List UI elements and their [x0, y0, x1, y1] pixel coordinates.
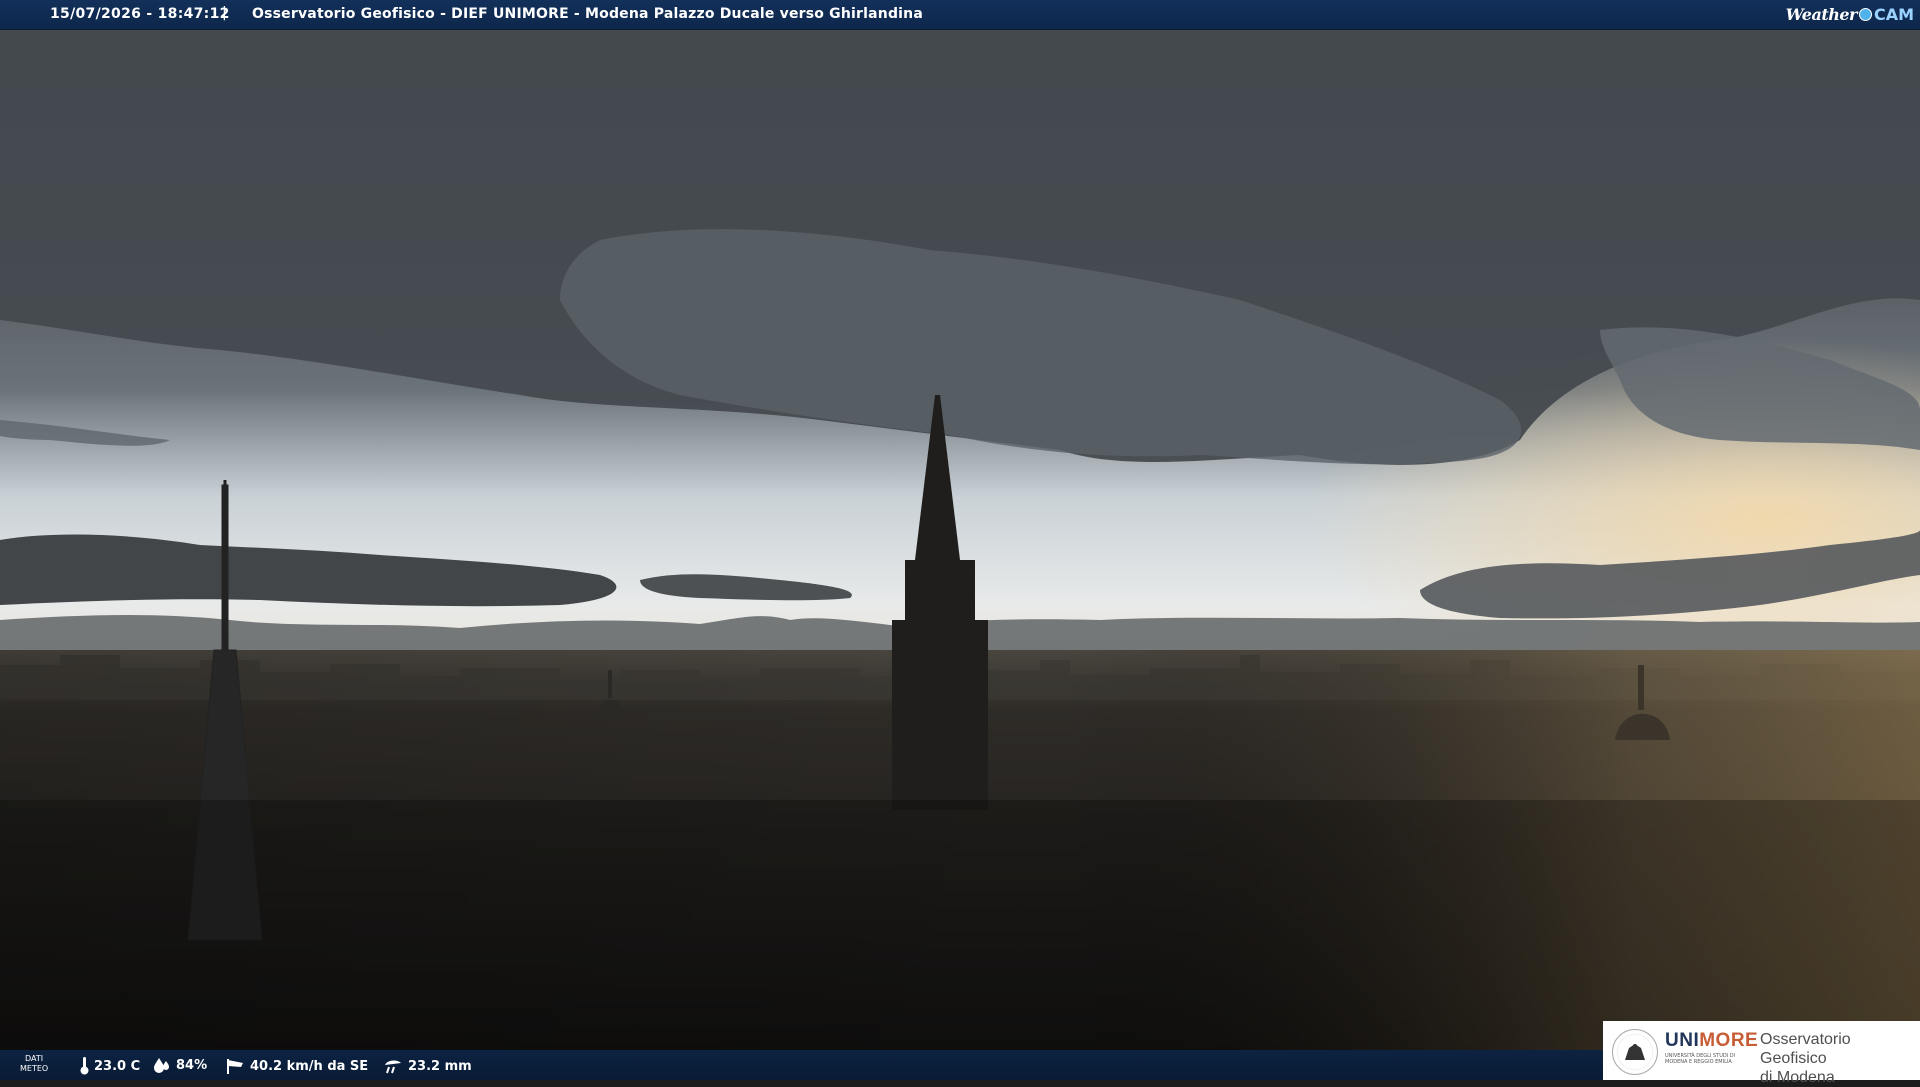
observatory-name-line2: di Modena: [1760, 1069, 1835, 1086]
university-seal-icon: [1612, 1029, 1658, 1075]
rain-value: 23.2 mm: [408, 1058, 472, 1074]
humidity-value: 84%: [176, 1057, 208, 1073]
humidity-readout: 84%: [153, 1057, 207, 1073]
webcam-scene: [0, 0, 1920, 1080]
dati-meteo-label: DATI METEO: [20, 1054, 48, 1074]
header-bar: 15/07/2026 - 18:47:12 | Osservatorio Geo…: [0, 0, 1920, 30]
meteo-label: METEO: [20, 1064, 49, 1073]
wind-sock-icon: [227, 1059, 243, 1074]
wind-value: 40.2 km/h da SE: [250, 1058, 369, 1074]
temperature-value: 23.0 C: [94, 1058, 141, 1074]
university-subtitle: UNIVERSITÀ DEGLI STUDI DI MODENA E REGGI…: [1665, 1053, 1736, 1065]
observatory-name-line1: Osservatorio Geofisico: [1760, 1031, 1851, 1067]
weathercam-logo: Weather CAM: [1786, 3, 1914, 25]
temperature-readout: 23.0 C: [80, 1057, 140, 1075]
observatory-name: Osservatorio Geofisico di Modena: [1760, 1030, 1920, 1087]
weathercam-logo-dot-icon: [1858, 7, 1872, 21]
thermometer-icon: [80, 1057, 89, 1075]
weather-data-bar: DATI METEO 23.0 C 84% 40.2 km/h da SE 23…: [0, 1050, 1603, 1080]
humidity-drop-icon: [154, 1058, 169, 1073]
header-separator: |: [222, 5, 227, 21]
dati-label: DATI: [25, 1054, 44, 1063]
unimore-logo-panel: UNIMORE UNIVERSITÀ DEGLI STUDI DI MODENA…: [1603, 1021, 1920, 1086]
unimore-wordmark: UNIMORE: [1665, 1030, 1758, 1052]
weathercam-logo-cam: CAM: [1873, 4, 1914, 24]
rain-readout: 23.2 mm: [383, 1057, 472, 1075]
timestamp: 15/07/2026 - 18:47:12: [50, 6, 230, 22]
unimore-uni: UNI: [1665, 1030, 1700, 1051]
wind-readout: 40.2 km/h da SE: [225, 1057, 368, 1075]
weathercam-logo-weather: Weather: [1785, 4, 1858, 24]
unimore-more: MORE: [1699, 1030, 1759, 1051]
rain-gauge-icon: [385, 1060, 401, 1074]
camera-title: Osservatorio Geofisico - DIEF UNIMORE - …: [252, 6, 923, 22]
